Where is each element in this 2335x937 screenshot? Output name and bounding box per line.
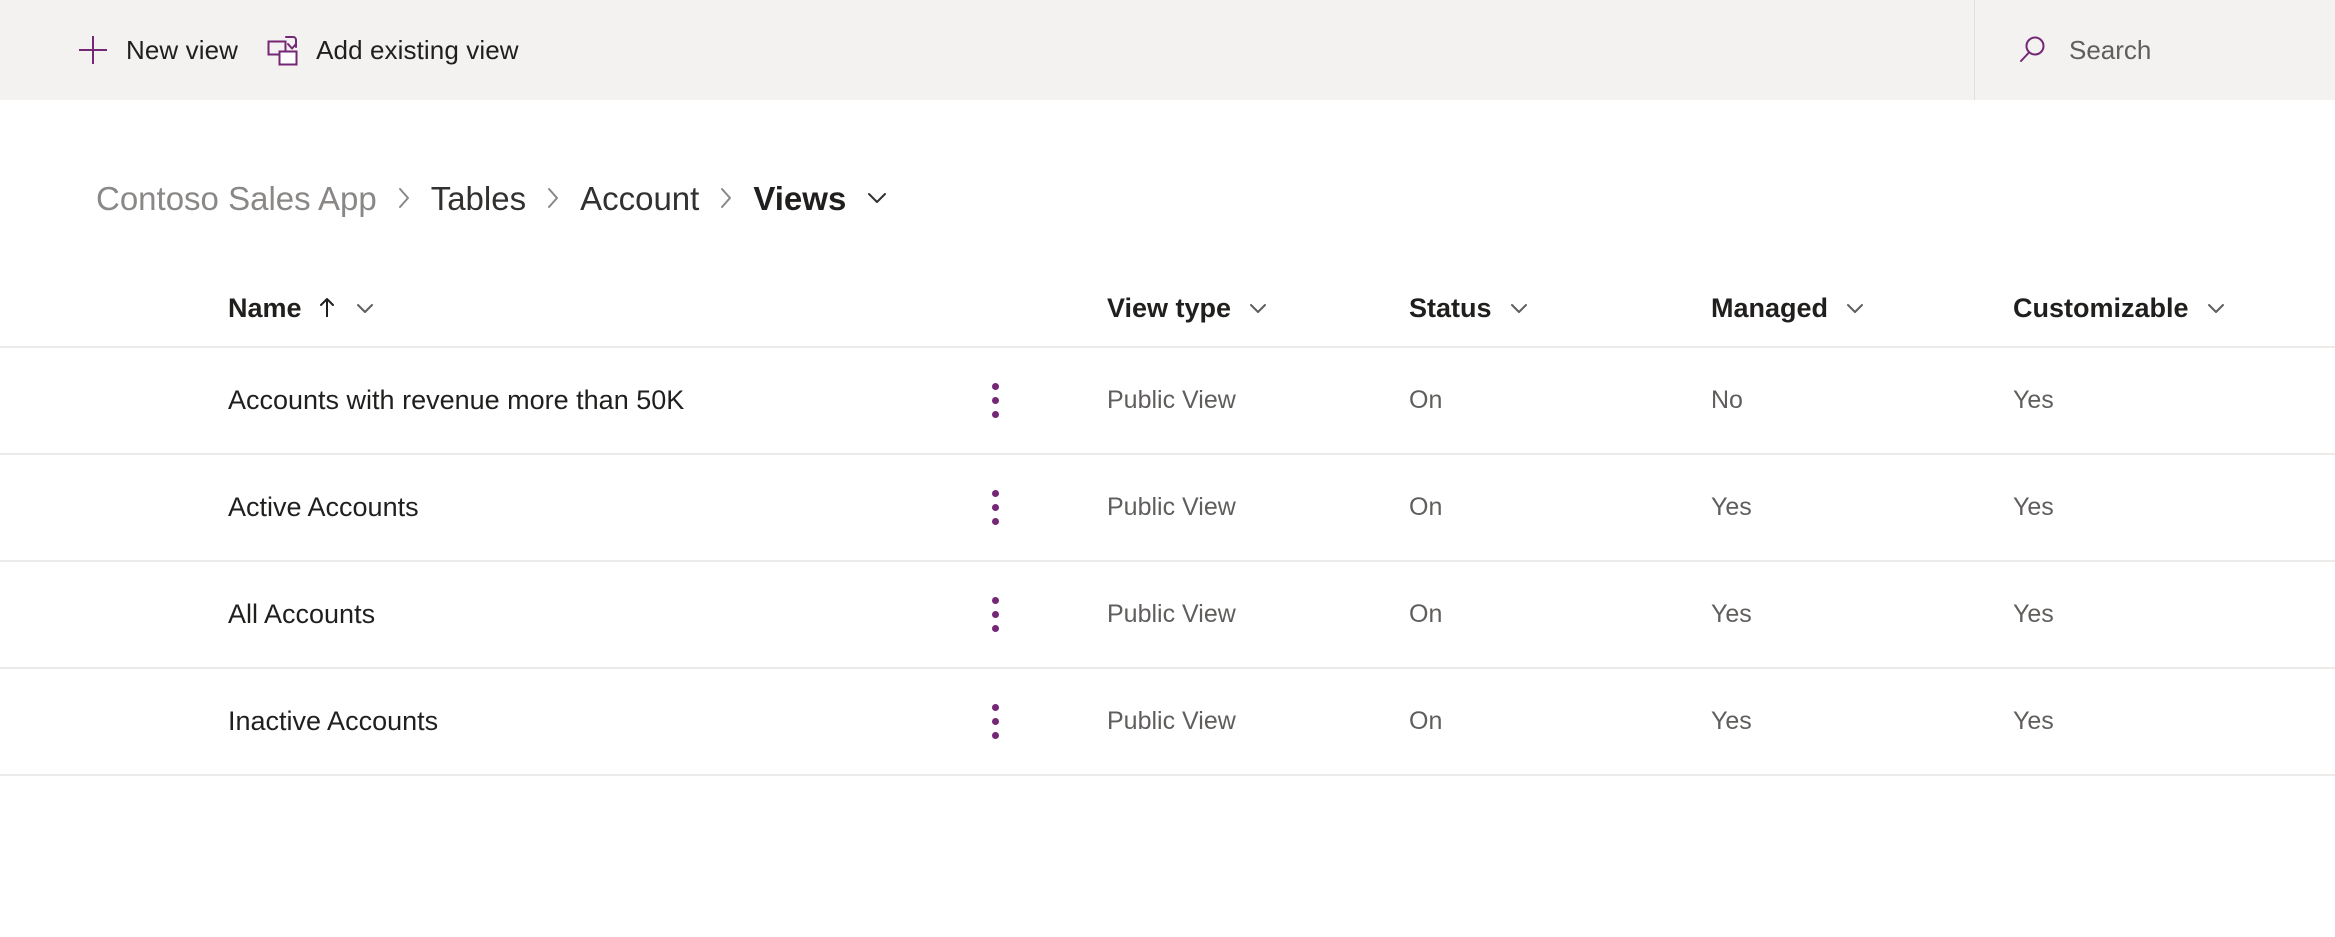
- cell-managed: Yes: [1711, 493, 2013, 522]
- add-existing-view-icon: [266, 33, 300, 67]
- table-row[interactable]: All Accounts Public View On Yes Yes: [0, 562, 2335, 669]
- command-bar: New view Add existing view: [0, 0, 2335, 100]
- cell-row-menu[interactable]: [975, 371, 1107, 431]
- breadcrumb: Contoso Sales App Tables Account Views: [0, 148, 2335, 248]
- search-input[interactable]: [2069, 34, 2299, 66]
- more-vertical-icon[interactable]: [975, 585, 1015, 645]
- views-table: Name View type Status Managed Customizab…: [0, 270, 2335, 776]
- column-header-name[interactable]: Name: [75, 293, 975, 324]
- command-bar-search-area: [1975, 0, 2335, 100]
- command-bar-actions: New view Add existing view: [0, 0, 1974, 100]
- breadcrumb-separator-icon: [543, 183, 563, 213]
- customizable-value: Yes: [2013, 386, 2054, 414]
- managed-value: Yes: [1711, 493, 1752, 521]
- cell-managed: No: [1711, 386, 2013, 415]
- status-value: On: [1409, 493, 1443, 521]
- status-value: On: [1409, 600, 1443, 628]
- column-header-managed[interactable]: Managed: [1711, 293, 2013, 324]
- cell-row-menu[interactable]: [975, 478, 1107, 538]
- cell-row-menu[interactable]: [975, 585, 1107, 645]
- managed-value: Yes: [1711, 600, 1752, 628]
- column-menu-chevron-down-icon[interactable]: [1843, 296, 1867, 320]
- table-row[interactable]: Inactive Accounts Public View On Yes Yes: [0, 669, 2335, 776]
- view-name-link[interactable]: Active Accounts: [228, 492, 419, 523]
- cell-name[interactable]: Inactive Accounts: [75, 706, 975, 737]
- new-view-button[interactable]: New view: [62, 0, 252, 100]
- table-row[interactable]: Accounts with revenue more than 50K Publ…: [0, 348, 2335, 455]
- cell-view-type: Public View: [1107, 493, 1409, 522]
- column-header-managed-label: Managed: [1711, 292, 1829, 323]
- view-name-link[interactable]: Inactive Accounts: [228, 706, 438, 737]
- column-menu-chevron-down-icon[interactable]: [1246, 296, 1270, 320]
- cell-status: On: [1409, 386, 1711, 415]
- breadcrumb-separator-icon: [716, 183, 736, 213]
- view-name-link[interactable]: All Accounts: [228, 599, 375, 630]
- cell-status: On: [1409, 600, 1711, 629]
- cell-managed: Yes: [1711, 600, 2013, 629]
- column-header-name-label: Name: [228, 292, 302, 323]
- cell-view-type: Public View: [1107, 386, 1409, 415]
- cell-status: On: [1409, 707, 1711, 736]
- cell-customizable: Yes: [2013, 493, 2335, 522]
- view-type-value: Public View: [1107, 386, 1236, 414]
- add-existing-view-label: Add existing view: [316, 34, 519, 65]
- view-type-value: Public View: [1107, 707, 1236, 735]
- column-menu-chevron-down-icon[interactable]: [2204, 296, 2228, 320]
- column-header-status[interactable]: Status: [1409, 293, 1711, 324]
- new-view-label: New view: [126, 34, 239, 65]
- cell-view-type: Public View: [1107, 707, 1409, 736]
- table-header-row: Name View type Status Managed Customizab…: [0, 270, 2335, 348]
- search-icon: [2017, 34, 2049, 66]
- view-type-value: Public View: [1107, 493, 1236, 521]
- search-box[interactable]: [2017, 0, 2335, 100]
- view-type-value: Public View: [1107, 600, 1236, 628]
- cell-status: On: [1409, 493, 1711, 522]
- cell-customizable: Yes: [2013, 386, 2335, 415]
- cell-customizable: Yes: [2013, 707, 2335, 736]
- managed-value: No: [1711, 386, 1743, 414]
- column-header-view-type-label: View type: [1107, 292, 1232, 323]
- column-header-customizable[interactable]: Customizable: [2013, 293, 2335, 324]
- sort-ascending-icon: [316, 295, 338, 321]
- plus-icon: [76, 33, 110, 67]
- breadcrumb-item-views: Views: [753, 179, 847, 217]
- view-name-link[interactable]: Accounts with revenue more than 50K: [228, 385, 684, 416]
- status-value: On: [1409, 386, 1443, 414]
- customizable-value: Yes: [2013, 707, 2054, 735]
- cell-customizable: Yes: [2013, 600, 2335, 629]
- more-vertical-icon[interactable]: [975, 371, 1015, 431]
- status-value: On: [1409, 707, 1443, 735]
- managed-value: Yes: [1711, 707, 1752, 735]
- column-menu-chevron-down-icon[interactable]: [353, 296, 377, 320]
- cell-name[interactable]: All Accounts: [75, 599, 975, 630]
- add-existing-view-button[interactable]: Add existing view: [252, 0, 533, 100]
- customizable-value: Yes: [2013, 493, 2054, 521]
- cell-name[interactable]: Active Accounts: [75, 492, 975, 523]
- more-vertical-icon[interactable]: [975, 692, 1015, 752]
- column-header-customizable-label: Customizable: [2013, 292, 2189, 323]
- column-header-status-label: Status: [1409, 292, 1492, 323]
- breadcrumb-item-tables[interactable]: Tables: [431, 182, 526, 215]
- breadcrumb-item-app[interactable]: Contoso Sales App: [96, 182, 377, 215]
- table-row[interactable]: Active Accounts Public View On Yes Yes: [0, 455, 2335, 562]
- cell-managed: Yes: [1711, 707, 2013, 736]
- column-header-view-type[interactable]: View type: [1107, 293, 1409, 324]
- page-content: Contoso Sales App Tables Account Views N…: [0, 148, 2335, 776]
- customizable-value: Yes: [2013, 600, 2054, 628]
- more-vertical-icon[interactable]: [975, 478, 1015, 538]
- breadcrumb-chevron-down-icon[interactable]: [864, 185, 890, 211]
- breadcrumb-item-account[interactable]: Account: [580, 182, 699, 215]
- cell-row-menu[interactable]: [975, 692, 1107, 752]
- cell-view-type: Public View: [1107, 600, 1409, 629]
- breadcrumb-separator-icon: [394, 183, 414, 213]
- cell-name[interactable]: Accounts with revenue more than 50K: [75, 385, 975, 416]
- column-menu-chevron-down-icon[interactable]: [1507, 296, 1531, 320]
